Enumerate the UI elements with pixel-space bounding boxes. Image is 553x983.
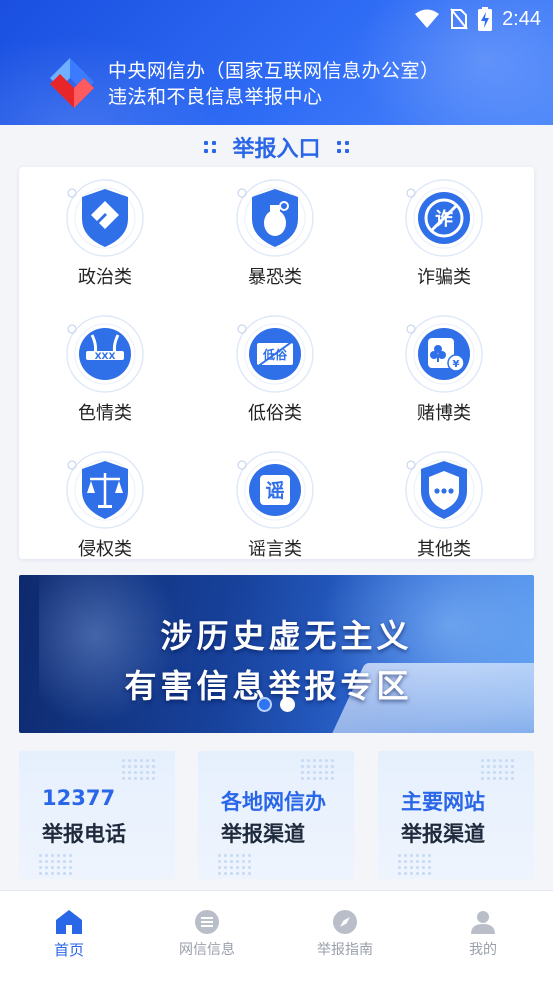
justice-scale-icon <box>66 451 144 529</box>
user-icon <box>471 911 495 934</box>
no-fraud-icon: 诈 <box>405 179 483 257</box>
battery-charging-icon <box>478 7 493 31</box>
list-icon <box>195 910 219 934</box>
category-label: 赌博类 <box>417 403 471 424</box>
category-other[interactable]: 其他类 <box>369 447 519 567</box>
banner-pager <box>257 697 295 712</box>
svg-text:谣: 谣 <box>265 480 284 502</box>
svg-text:¥: ¥ <box>453 359 460 370</box>
nav-label: 首页 <box>53 941 84 959</box>
category-grid: 政治类 暴恐类 诈 诈骗类 XXX 色情类 低俗类 ¥ 赌博类 侵权类 谣 谣言… <box>19 167 534 560</box>
quick-link-subtitle: 举报电话 <box>42 822 126 846</box>
censored-body-icon: XXX <box>66 315 144 393</box>
quick-link-title: 主要网站 <box>401 790 485 814</box>
quick-link-title: 12377 <box>42 786 116 810</box>
category-label: 暴恐类 <box>248 267 302 288</box>
quick-link-title: 各地网信办 <box>221 790 326 814</box>
quick-link-subtitle: 举报渠道 <box>221 822 305 846</box>
category-label: 谣言类 <box>248 539 302 560</box>
category-label: 侵权类 <box>78 539 132 560</box>
wifi-icon <box>415 9 440 28</box>
decorative-dots <box>481 759 514 780</box>
compass-icon <box>333 910 357 934</box>
category-politics[interactable]: 政治类 <box>30 175 180 295</box>
status-time: 2:44 <box>502 7 541 30</box>
shield-more-icon <box>405 451 483 529</box>
decorative-dots <box>301 759 334 780</box>
nav-label: 我的 <box>469 942 497 958</box>
quick-link-local-offices[interactable]: 各地网信办 举报渠道 <box>198 751 354 879</box>
category-label: 政治类 <box>78 267 132 288</box>
header-title-line1: 中央网信办（国家互联网信息办公室） <box>108 60 440 82</box>
category-label: 其他类 <box>417 539 471 560</box>
nav-guide[interactable]: 举报指南 <box>295 909 395 969</box>
home-icon <box>56 910 82 934</box>
app-header: 2:44 中央网信办（国家互联网信息办公室） 违法和不良信息举报中心 <box>0 0 553 125</box>
header-title: 中央网信办（国家互联网信息办公室） 违法和不良信息举报中心 <box>108 58 440 110</box>
shield-diamond-icon <box>66 179 144 257</box>
promo-banner[interactable]: 涉历史虚无主义 有害信息举报专区 <box>19 575 534 733</box>
logo-icon <box>50 58 94 108</box>
nav-label: 举报指南 <box>317 942 373 958</box>
decorative-dots <box>336 141 349 153</box>
category-infringement[interactable]: 侵权类 <box>30 447 180 567</box>
status-bar: 2:44 <box>414 6 541 32</box>
decorative-dots <box>204 141 217 153</box>
category-fraud[interactable]: 诈 诈骗类 <box>369 175 519 295</box>
header-title-line2: 违法和不良信息举报中心 <box>108 86 323 108</box>
rumor-icon: 谣 <box>236 451 314 529</box>
grenade-icon <box>236 179 314 257</box>
vulgar-banned-icon: 低俗 <box>236 315 314 393</box>
decorative-dots <box>122 759 155 780</box>
category-terror[interactable]: 暴恐类 <box>200 175 350 295</box>
pager-dot[interactable] <box>280 697 295 712</box>
svg-text:诈: 诈 <box>435 209 453 230</box>
banner-headline: 涉历史虚无主义 <box>160 617 413 655</box>
quick-link-subtitle: 举报渠道 <box>401 822 485 846</box>
bottom-navigation: 首页 网信信息 举报指南 我的 <box>0 890 553 983</box>
no-sim-icon <box>450 8 468 30</box>
category-porn[interactable]: XXX 色情类 <box>30 311 180 431</box>
quick-link-hotline[interactable]: 12377 举报电话 <box>19 751 175 879</box>
nav-mine[interactable]: 我的 <box>433 909 533 969</box>
report-entry-title: 举报入口 <box>0 130 553 164</box>
category-gambling[interactable]: ¥ 赌博类 <box>369 311 519 431</box>
decorative-dots <box>398 854 431 875</box>
svg-text:XXX: XXX <box>95 352 116 362</box>
nav-label: 网信信息 <box>179 942 235 958</box>
category-vulgar[interactable]: 低俗 低俗类 <box>200 311 350 431</box>
gambling-card-icon: ¥ <box>405 315 483 393</box>
report-entry-title-text: 举报入口 <box>232 137 321 162</box>
nav-home[interactable]: 首页 <box>19 909 119 969</box>
nav-news[interactable]: 网信信息 <box>157 909 257 969</box>
category-label: 色情类 <box>78 403 132 424</box>
category-rumor[interactable]: 谣 谣言类 <box>200 447 350 567</box>
decorative-dots <box>39 854 72 875</box>
pager-dot-active[interactable] <box>257 697 272 712</box>
quick-link-major-sites[interactable]: 主要网站 举报渠道 <box>378 751 534 879</box>
category-label: 诈骗类 <box>417 267 471 288</box>
category-label: 低俗类 <box>248 403 302 424</box>
decorative-dots <box>218 854 251 875</box>
